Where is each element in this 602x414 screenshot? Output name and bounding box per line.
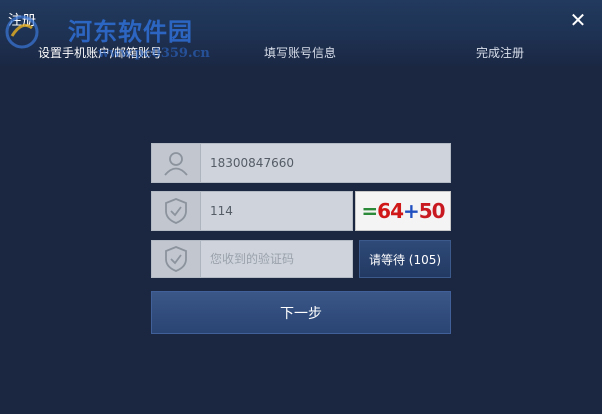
close-icon[interactable]: ✕	[566, 8, 590, 32]
sms-code-input[interactable]	[210, 241, 340, 277]
shield-check-icon	[152, 241, 201, 277]
shield-check-icon	[152, 192, 201, 230]
captcha-input[interactable]	[210, 192, 340, 230]
resend-code-button[interactable]: 请等待 (105)	[359, 240, 451, 278]
watermark-logo	[5, 15, 39, 49]
captcha-field	[151, 191, 353, 231]
phone-field	[151, 143, 451, 183]
phone-input[interactable]	[210, 144, 430, 182]
sms-code-field	[151, 240, 353, 278]
watermark-url: www.pc0359.cn	[98, 46, 210, 61]
step-3: 完成注册	[476, 46, 525, 60]
next-step-button[interactable]: 下一步	[151, 291, 451, 334]
captcha-image[interactable]: = 64 +50	[355, 191, 451, 231]
watermark-text: 河东软件园	[68, 17, 193, 46]
step-2: 填写账号信息	[264, 46, 337, 60]
user-icon	[152, 144, 201, 182]
